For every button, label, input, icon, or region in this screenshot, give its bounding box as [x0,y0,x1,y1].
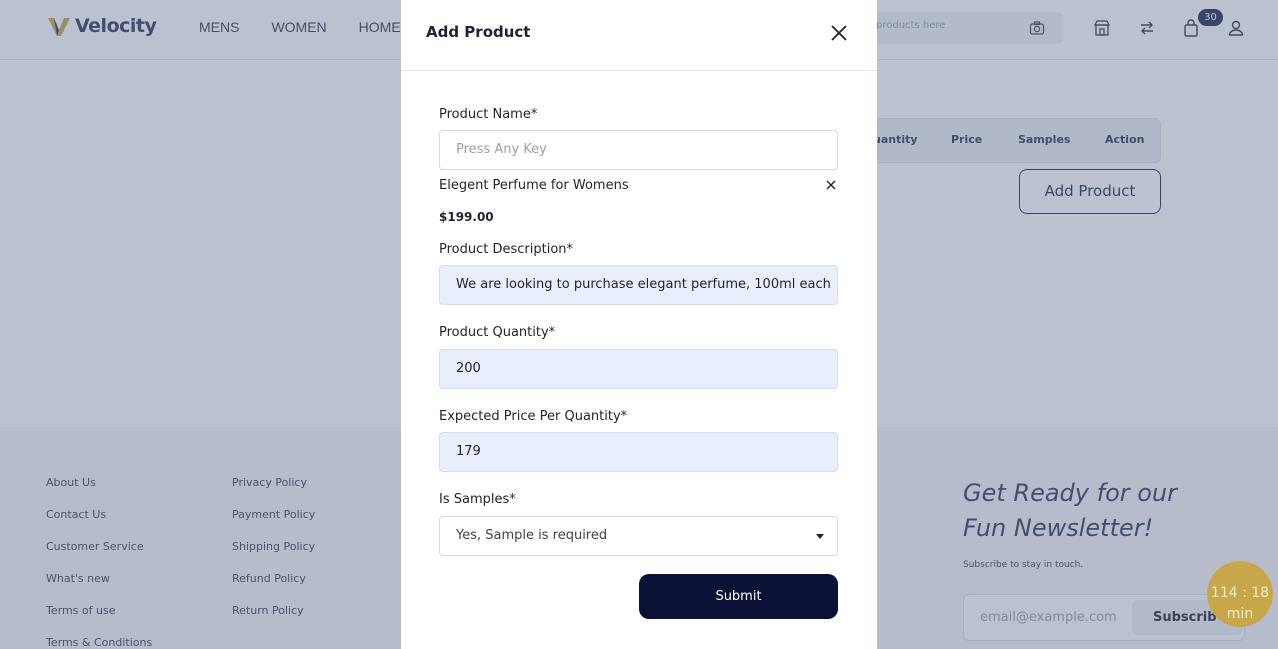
selected-product-price: $199.00 [439,210,494,224]
modal-title: Add Product [426,23,531,41]
selected-product-name: Elegent Perfume for Womens [439,178,629,193]
timer-text: 114 : 18 min [1207,583,1273,625]
samples-label: Is Samples* [439,492,516,507]
price-input[interactable]: 179 [439,432,838,472]
product-name-label: Product Name* [439,107,538,122]
price-label: Expected Price Per Quantity* [439,409,628,424]
description-label: Product Description* [439,242,574,257]
product-name-input[interactable]: Press Any Key [439,130,838,170]
modal-header: Add Product [401,0,877,71]
timer-time: 114 : 18 [1210,585,1270,601]
submit-button[interactable]: Submit [639,574,838,619]
quantity-input[interactable]: 200 [439,349,838,389]
session-timer: 114 : 18 min [1204,554,1276,636]
description-input[interactable]: We are looking to purchase elegant perfu… [439,265,838,305]
samples-select[interactable]: Yes, Sample is required [439,516,838,556]
remove-product-icon[interactable] [826,180,836,190]
samples-select-value: Yes, Sample is required [456,528,608,543]
quantity-label: Product Quantity* [439,325,556,340]
timer-circle: 114 : 18 min [1207,561,1273,627]
close-icon[interactable] [830,24,848,42]
timer-unit: min [1226,606,1254,622]
add-product-modal: Add Product Product Name* Press Any Key … [401,0,877,649]
chevron-down-icon [816,534,824,539]
